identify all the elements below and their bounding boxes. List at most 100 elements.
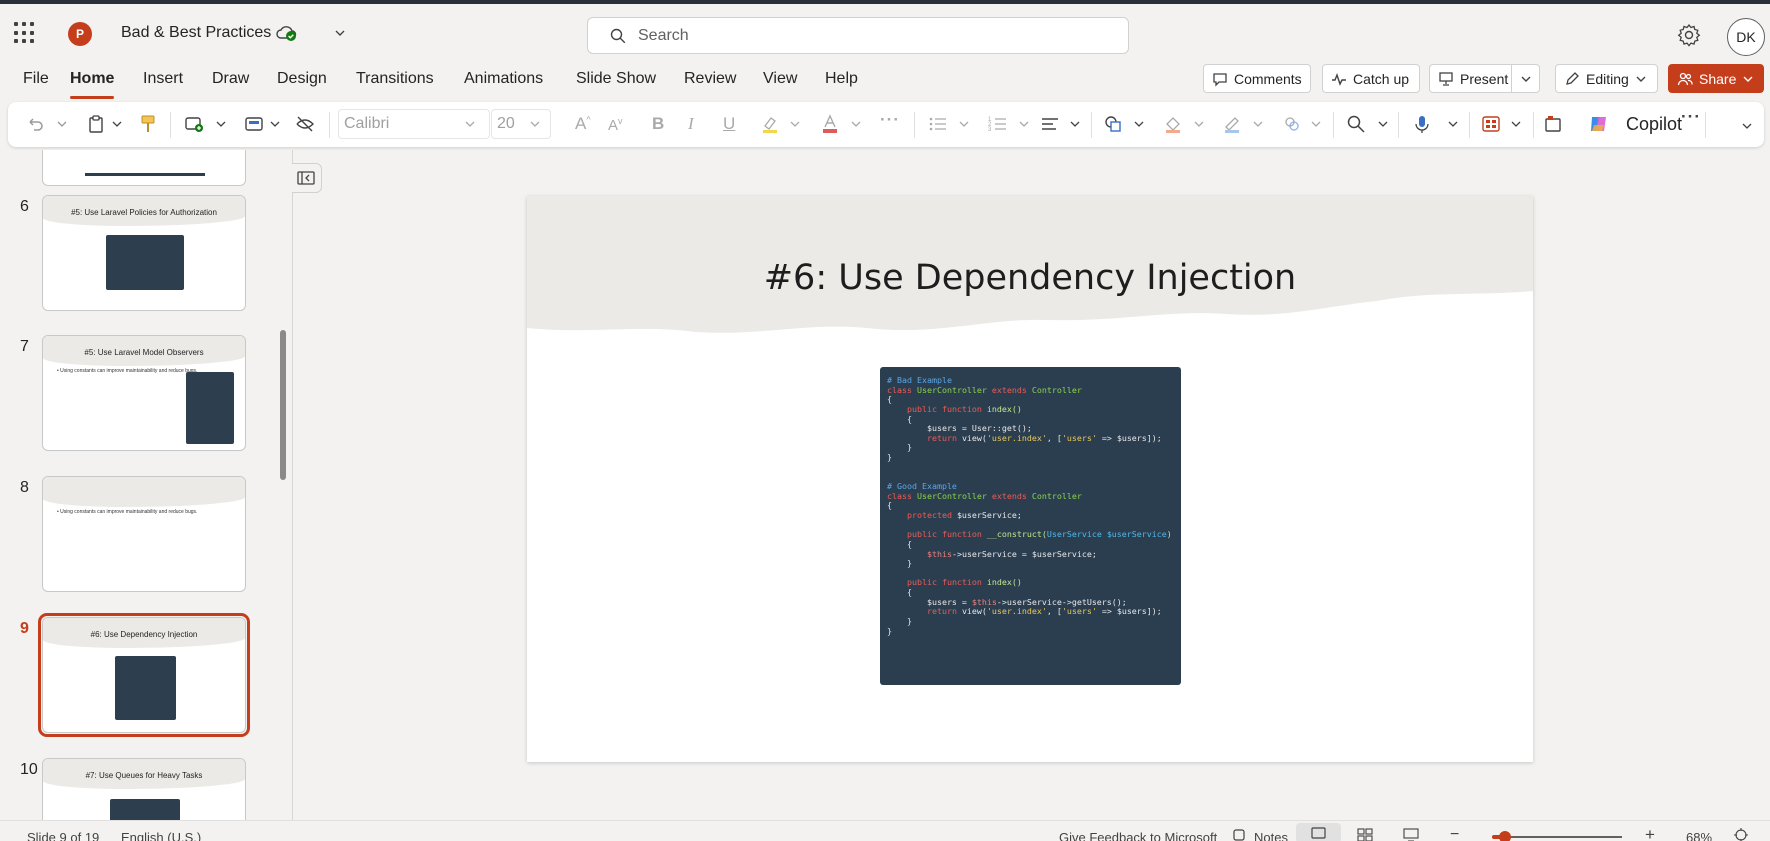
ribbon-expand-chevron-icon[interactable] (1742, 122, 1752, 130)
chevron-down-icon[interactable] (1194, 120, 1204, 128)
add-ins-icon[interactable] (1543, 114, 1563, 134)
zoom-level[interactable]: 68% (1686, 830, 1712, 841)
layout-icon[interactable] (244, 114, 264, 134)
font-color-icon[interactable] (820, 114, 840, 134)
dictate-icon[interactable] (1412, 114, 1432, 134)
chevron-down-icon[interactable] (270, 120, 280, 128)
copilot-label[interactable]: Copilot (1626, 114, 1682, 135)
zoom-out-button[interactable]: − (1450, 826, 1459, 841)
tab-view[interactable]: View (763, 70, 797, 88)
document-title[interactable]: Bad & Best Practices (121, 24, 271, 42)
copilot-icon[interactable] (1588, 113, 1610, 135)
share-button[interactable]: Share (1668, 64, 1764, 93)
code-snippet-image[interactable]: # Bad Example class UserController extend… (880, 367, 1181, 685)
zoom-slider[interactable] (1492, 831, 1622, 841)
tab-transitions[interactable]: Transitions (356, 70, 434, 88)
code-line: } (887, 626, 1174, 636)
italic-icon[interactable]: I (688, 114, 694, 134)
code-token: 'user.index' (986, 432, 1047, 443)
thumbnail-scrollbar[interactable] (280, 330, 286, 480)
bold-icon[interactable]: B (652, 114, 664, 134)
increase-font-icon[interactable]: A^ (575, 114, 591, 134)
designer-icon[interactable] (1481, 114, 1501, 134)
tab-insert[interactable]: Insert (143, 70, 183, 88)
chevron-down-icon[interactable] (1378, 120, 1388, 128)
notes-icon[interactable] (1232, 828, 1246, 841)
code-line: # Good Example (887, 481, 1174, 491)
chevron-down-icon[interactable] (57, 120, 67, 128)
chevron-down-icon[interactable] (1311, 120, 1321, 128)
tab-draw[interactable]: Draw (212, 70, 249, 88)
chevron-down-icon[interactable] (790, 120, 800, 128)
feedback-link[interactable]: Give Feedback to Microsoft (1059, 830, 1217, 841)
underline-icon[interactable]: U (723, 114, 735, 134)
font-size-select[interactable]: 20 (491, 109, 551, 139)
chevron-down-icon[interactable] (851, 120, 861, 128)
find-icon[interactable] (1346, 114, 1366, 134)
tab-review[interactable]: Review (684, 70, 736, 88)
tab-file[interactable]: File (23, 70, 49, 88)
chevron-down-icon[interactable] (1511, 120, 1521, 128)
tab-animations[interactable]: Animations (464, 70, 543, 88)
chevron-down-icon[interactable] (333, 26, 347, 40)
shape-effects-icon[interactable] (1282, 114, 1302, 134)
new-slide-icon[interactable] (184, 114, 204, 134)
chevron-down-icon[interactable] (1448, 120, 1458, 128)
slide-thumbnail[interactable]: #5: Use Laravel Model Observers • Using … (42, 335, 246, 451)
cloud-saved-icon[interactable] (276, 24, 298, 42)
editing-mode-button[interactable]: Editing (1555, 64, 1658, 93)
slide-thumbnail[interactable] (42, 150, 246, 186)
chevron-down-icon[interactable] (112, 120, 122, 128)
align-icon[interactable] (1040, 114, 1060, 134)
undo-icon[interactable] (25, 114, 45, 134)
decrease-font-icon[interactable]: Av (608, 116, 623, 134)
paste-icon[interactable] (86, 114, 106, 134)
highlight-icon[interactable] (760, 114, 780, 134)
reading-view-icon[interactable] (1403, 828, 1419, 841)
numbering-icon[interactable]: 123 (988, 114, 1008, 134)
slide-thumbnail[interactable]: #7: Use Queues for Heavy Tasks (42, 758, 246, 820)
gear-icon[interactable] (1676, 22, 1702, 48)
slide-title[interactable]: #6: Use Dependency Injection (527, 258, 1533, 298)
notes-button[interactable]: Notes (1254, 830, 1288, 841)
hide-slide-icon[interactable] (295, 114, 315, 134)
chevron-down-icon[interactable] (1019, 120, 1029, 128)
comments-button[interactable]: Comments (1203, 64, 1311, 93)
search-box[interactable] (587, 17, 1129, 54)
tab-home[interactable]: Home (70, 70, 115, 99)
fit-to-window-icon[interactable] (1733, 828, 1749, 841)
chevron-down-icon[interactable] (1253, 120, 1263, 128)
shapes-icon[interactable] (1103, 114, 1123, 134)
present-button[interactable]: Present (1429, 64, 1512, 93)
user-avatar[interactable]: DK (1727, 18, 1765, 56)
shape-outline-icon[interactable] (1222, 114, 1242, 134)
slide-canvas[interactable]: #6: Use Dependency Injection # Bad Examp… (527, 196, 1533, 762)
more-options-icon[interactable]: ··· (1681, 107, 1701, 127)
slide-thumbnail-selected[interactable]: #6: Use Dependency Injection (42, 617, 246, 733)
app-launcher-icon[interactable] (14, 22, 36, 44)
chevron-down-icon[interactable] (1134, 120, 1144, 128)
chevron-down-icon[interactable] (959, 120, 969, 128)
collapse-pane-button[interactable] (292, 163, 322, 193)
tab-slide-show[interactable]: Slide Show (576, 70, 656, 88)
zoom-slider-thumb[interactable] (1499, 831, 1511, 841)
search-input[interactable] (638, 26, 1098, 46)
tab-design[interactable]: Design (277, 70, 327, 88)
chevron-down-icon[interactable] (1070, 120, 1080, 128)
slide-thumbnail[interactable]: #5: Use Laravel Policies for Authorizati… (42, 195, 246, 311)
shape-fill-icon[interactable] (1163, 114, 1183, 134)
catch-up-button[interactable]: Catch up (1322, 64, 1420, 93)
slide-thumbnail[interactable]: • Using constants can improve maintainab… (42, 476, 246, 592)
present-options-button[interactable] (1511, 64, 1540, 93)
slide-sorter-icon[interactable] (1357, 828, 1373, 841)
tab-help[interactable]: Help (825, 70, 858, 88)
chevron-down-icon[interactable] (216, 120, 226, 128)
bullets-icon[interactable] (928, 114, 948, 134)
more-font-options-icon[interactable]: ··· (880, 110, 900, 130)
format-painter-icon[interactable] (138, 114, 158, 134)
code-token: $this (971, 596, 997, 607)
search-icon (610, 28, 626, 44)
normal-view-button[interactable] (1296, 823, 1341, 841)
zoom-in-button[interactable]: + (1645, 825, 1655, 841)
language-indicator[interactable]: English (U.S.) (121, 830, 201, 841)
